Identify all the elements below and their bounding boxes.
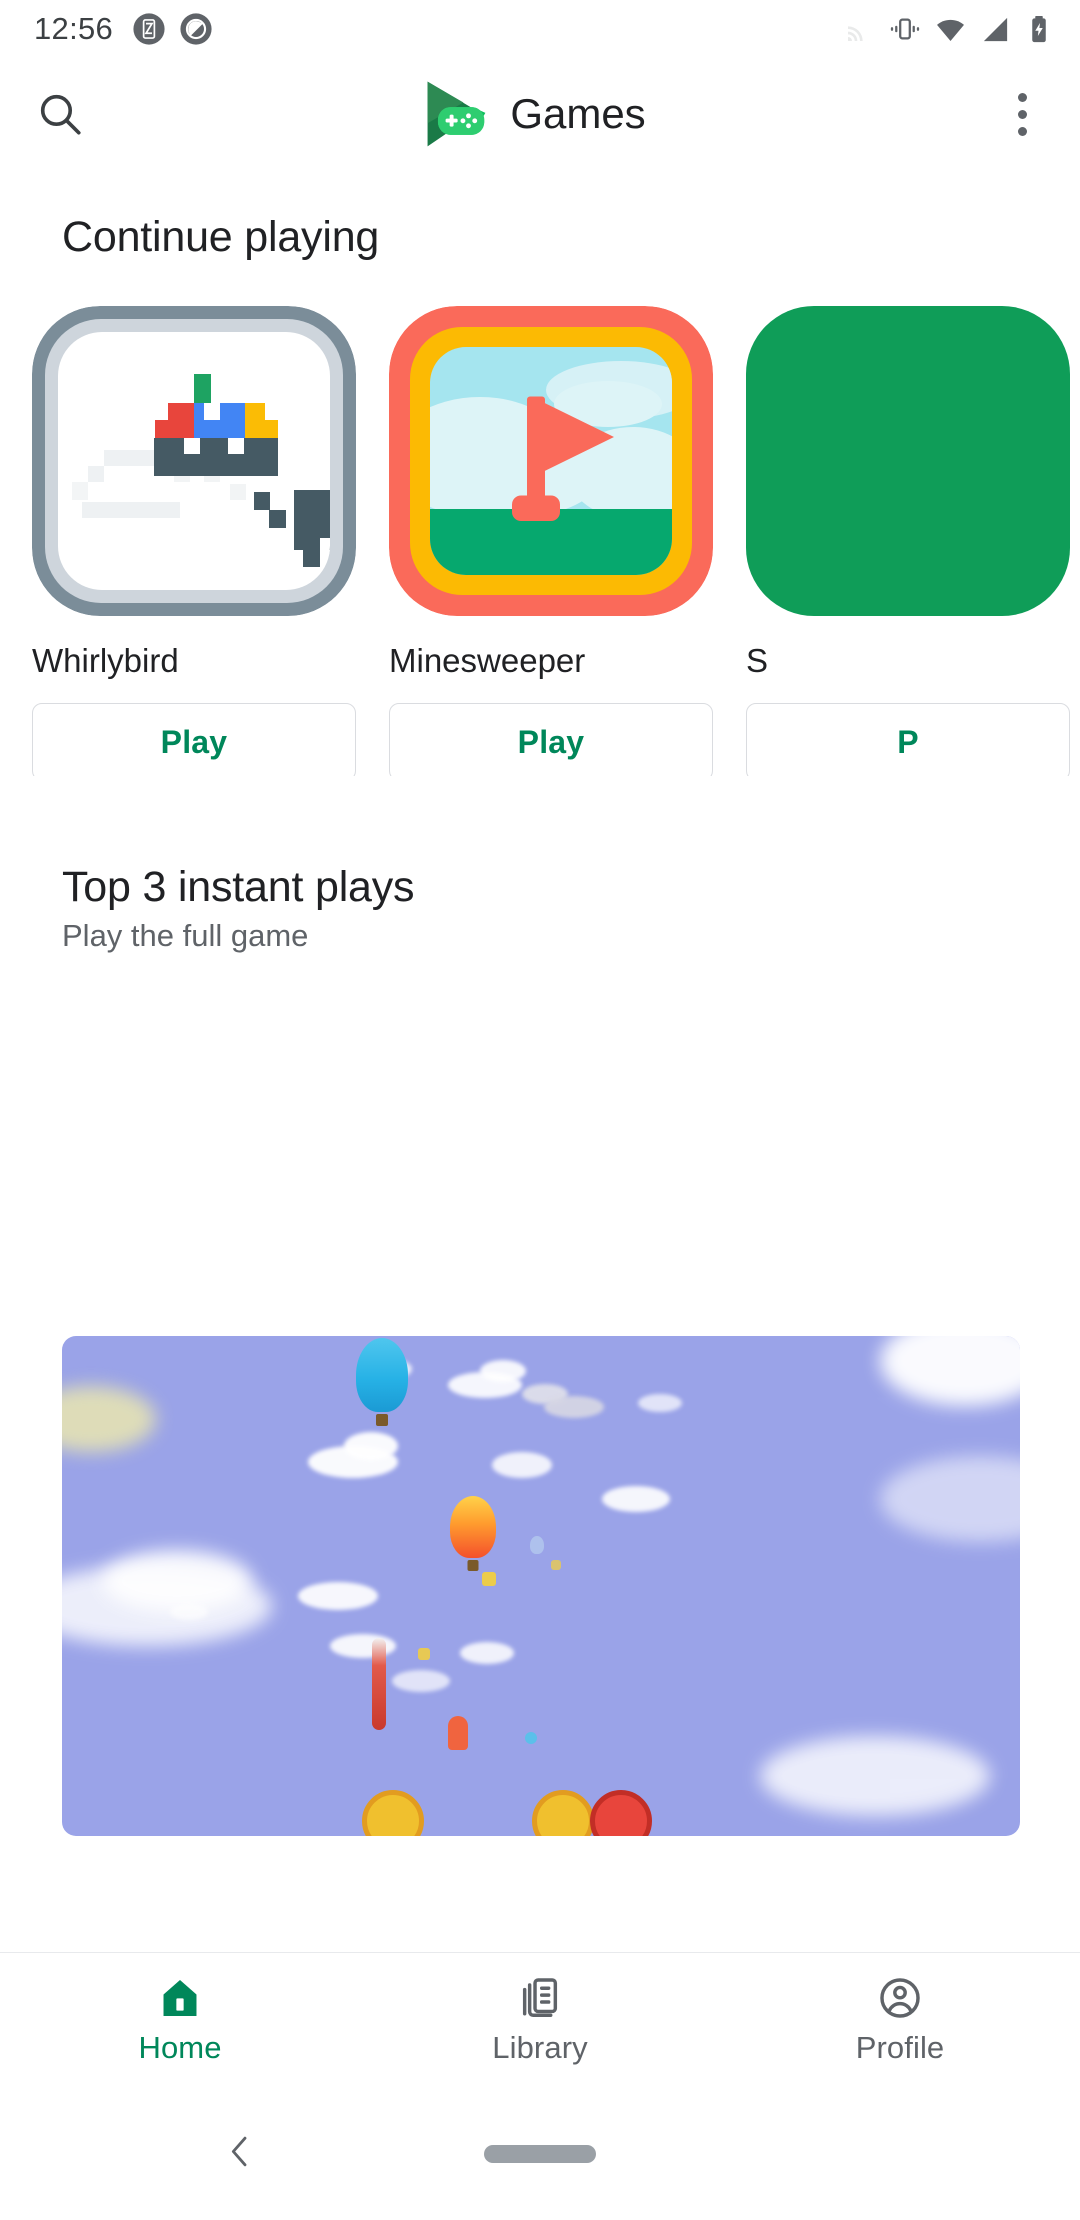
hud-button-action[interactable] [362, 1790, 424, 1836]
battery-charging-icon [1032, 16, 1046, 43]
balloon-blue [356, 1338, 408, 1426]
game-title: Whirlybird [32, 642, 179, 679]
instant-plays-subheading: Play the full game [62, 918, 309, 953]
more-vert-icon-dot3 [1017, 126, 1027, 136]
status-bar: 12:56 [0, 0, 1080, 58]
app-bar: Games [0, 58, 1080, 170]
nav-item-home[interactable]: Home [0, 1975, 360, 2066]
balloon-small [530, 1536, 544, 1554]
vibrate-icon [890, 18, 920, 40]
hud-button-right[interactable] [590, 1790, 652, 1836]
instant-plays-banner[interactable] [62, 1336, 1020, 1836]
more-vert-icon-dot2 [1017, 109, 1027, 119]
game-card-whirlybird[interactable]: Whirlybird Play [32, 306, 356, 776]
game-card-partial[interactable]: S P [746, 306, 1070, 776]
game-title: Minesweeper [389, 642, 586, 679]
page-title: Games [510, 90, 646, 137]
continue-playing-carousel[interactable]: Whirlybird Play Minesweeper Play S P [0, 306, 1080, 776]
library-icon [522, 1978, 558, 2017]
rocket-small-icon [448, 1716, 468, 1750]
coin-icon [482, 1572, 496, 1586]
cellular-signal-icon [983, 17, 1008, 41]
overflow-menu-button[interactable] [970, 92, 1074, 136]
wifi-icon [937, 19, 964, 41]
game-title: S [746, 642, 769, 679]
android-gesture-nav-bar [0, 2088, 1080, 2220]
rocket-icon [372, 1638, 386, 1730]
nav-label-profile: Profile [855, 2030, 945, 2065]
hud-button-left[interactable] [532, 1790, 594, 1836]
more-vert-icon [1017, 92, 1027, 102]
cast-icon [848, 26, 863, 41]
play-games-logo-icon [416, 77, 490, 151]
continue-playing-heading: Continue playing [62, 213, 380, 261]
home-pill-icon[interactable] [484, 2145, 596, 2163]
nav-item-profile[interactable]: Profile [720, 1975, 1080, 2066]
status-bar-system-icons [844, 13, 1054, 46]
home-icon [163, 1979, 197, 2017]
play-button[interactable]: Play [389, 703, 713, 776]
do-not-disturb-icon [180, 13, 212, 45]
back-chevron-icon [231, 2136, 247, 2167]
whirlybird-icon[interactable] [32, 306, 356, 616]
coin-icon-3 [551, 1560, 561, 1570]
pickup-icon [525, 1732, 537, 1744]
nav-label-library: Library [492, 2030, 588, 2065]
game-card-minesweeper[interactable]: Minesweeper Play [389, 306, 713, 776]
coin-icon-2 [418, 1648, 430, 1660]
play-button[interactable]: P [746, 703, 1070, 776]
back-button[interactable] [220, 2132, 260, 2177]
instant-plays-heading: Top 3 instant plays [62, 863, 415, 911]
nav-item-library[interactable]: Library [360, 1975, 720, 2066]
flag-icon [512, 396, 614, 521]
screenshot-icon [133, 13, 165, 45]
status-bar-notification-icons [132, 12, 213, 46]
search-icon [40, 94, 81, 135]
minesweeper-icon[interactable] [389, 306, 713, 616]
snake-icon[interactable] [746, 306, 1070, 616]
app-bar-brand: Games [92, 77, 970, 151]
bottom-navigation-bar: Home Library Profile [0, 1952, 1080, 2088]
play-button[interactable]: Play [32, 703, 356, 776]
status-bar-clock: 12:56 [34, 11, 114, 46]
profile-icon [880, 1978, 920, 2018]
nav-label-home: Home [138, 2030, 222, 2065]
balloon-orange [450, 1496, 496, 1571]
